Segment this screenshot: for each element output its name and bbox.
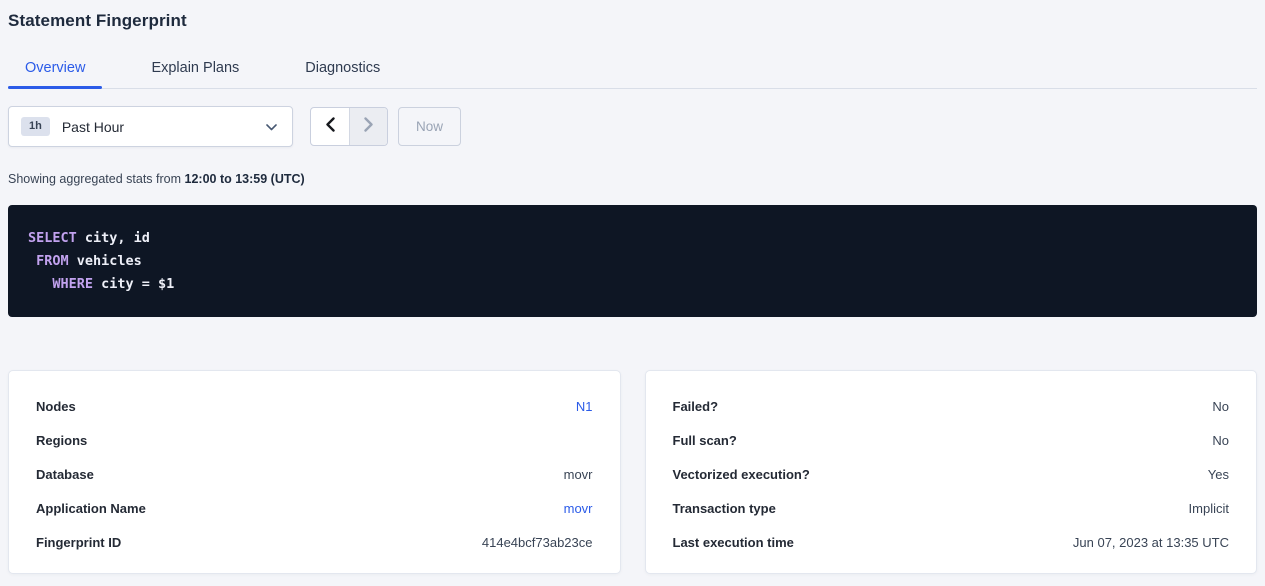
sql-statement-box: SELECT city, id FROM vehicles WHERE city… — [8, 205, 1257, 317]
tab-explain-plans[interactable]: Explain Plans — [134, 51, 256, 88]
tab-bar: Overview Explain Plans Diagnostics — [8, 51, 1257, 89]
detail-label: Full scan? — [673, 433, 737, 448]
detail-label: Failed? — [673, 399, 719, 414]
now-button[interactable]: Now — [398, 107, 461, 146]
detail-row-transaction-type: Transaction type Implicit — [673, 501, 1230, 515]
tab-overview[interactable]: Overview — [8, 51, 102, 88]
sql-text: city, id — [77, 230, 150, 246]
statement-fingerprint-page: Statement Fingerprint Overview Explain P… — [0, 0, 1265, 574]
detail-row-regions: Regions — [36, 433, 593, 447]
sql-keyword: WHERE — [52, 276, 93, 292]
sql-keyword: FROM — [36, 253, 69, 269]
statement-details-card-left: Nodes N1 Regions Database movr Applicati… — [8, 370, 621, 574]
sql-text: vehicles — [69, 253, 142, 269]
detail-row-failed: Failed? No — [673, 399, 1230, 413]
detail-label: Application Name — [36, 501, 146, 516]
details-cards: Nodes N1 Regions Database movr Applicati… — [8, 370, 1257, 574]
detail-value: Yes — [1208, 467, 1229, 482]
detail-row-vectorized-execution: Vectorized execution? Yes — [673, 467, 1230, 481]
detail-row-last-execution-time: Last execution time Jun 07, 2023 at 13:3… — [673, 535, 1230, 549]
chevron-down-icon — [266, 118, 277, 136]
application-name-link[interactable]: movr — [564, 501, 593, 516]
chevron-left-icon — [325, 117, 335, 137]
sql-keyword: SELECT — [28, 230, 77, 246]
page-title: Statement Fingerprint — [8, 0, 1257, 31]
next-interval-button[interactable] — [349, 108, 387, 145]
detail-row-nodes: Nodes N1 — [36, 399, 593, 413]
detail-value: Jun 07, 2023 at 13:35 UTC — [1073, 535, 1229, 550]
statement-details-card-right: Failed? No Full scan? No Vectorized exec… — [645, 370, 1258, 574]
detail-label: Fingerprint ID — [36, 535, 121, 550]
sql-line: SELECT city, id — [28, 227, 1237, 250]
detail-row-fingerprint-id: Fingerprint ID 414e4bcf73ab23ce — [36, 535, 593, 549]
detail-value: movr — [564, 467, 593, 482]
previous-interval-button[interactable] — [311, 108, 349, 145]
detail-label: Vectorized execution? — [673, 467, 810, 482]
detail-label: Transaction type — [673, 501, 776, 516]
tab-diagnostics[interactable]: Diagnostics — [288, 51, 397, 88]
time-range-dropdown[interactable]: 1h Past Hour — [8, 106, 293, 147]
aggregated-stats-text: Showing aggregated stats from 12:00 to 1… — [8, 172, 1257, 186]
detail-row-application-name: Application Name movr — [36, 501, 593, 515]
interval-badge: 1h — [21, 117, 50, 136]
detail-value: No — [1212, 399, 1229, 414]
sql-text: city = $1 — [93, 276, 174, 292]
stats-prefix: Showing aggregated stats from — [8, 172, 185, 186]
detail-label: Last execution time — [673, 535, 794, 550]
detail-value: No — [1212, 433, 1229, 448]
detail-value: 414e4bcf73ab23ce — [482, 535, 593, 550]
nodes-link[interactable]: N1 — [576, 399, 593, 414]
time-step-buttons — [310, 107, 388, 146]
chevron-right-icon — [364, 117, 374, 137]
detail-row-database: Database movr — [36, 467, 593, 481]
detail-label: Nodes — [36, 399, 76, 414]
sql-line: WHERE city = $1 — [28, 273, 1237, 296]
detail-label: Regions — [36, 433, 87, 448]
sql-line: FROM vehicles — [28, 250, 1237, 273]
detail-value: Implicit — [1189, 501, 1229, 516]
detail-row-full-scan: Full scan? No — [673, 433, 1230, 447]
time-range-label: Past Hour — [62, 119, 266, 135]
detail-label: Database — [36, 467, 94, 482]
time-controls: 1h Past Hour Now — [8, 106, 1257, 147]
stats-time-range: 12:00 to 13:59 (UTC) — [185, 172, 305, 186]
